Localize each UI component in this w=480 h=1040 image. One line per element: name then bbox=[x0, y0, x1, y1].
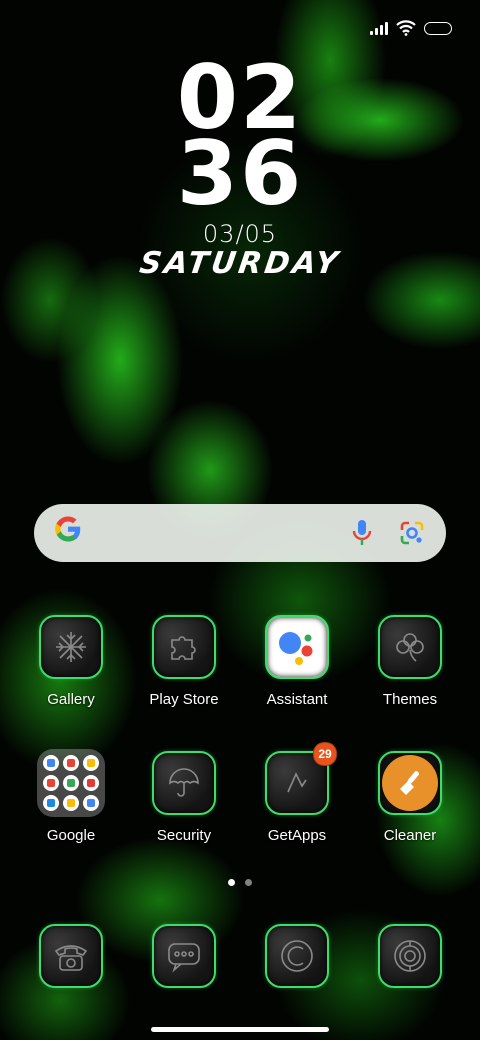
camera-icon bbox=[378, 924, 442, 988]
microphone-icon[interactable] bbox=[344, 515, 380, 551]
cellular-signal-icon bbox=[370, 21, 388, 35]
app-folder-google[interactable]: Google bbox=[15, 749, 127, 844]
page-dot bbox=[245, 879, 252, 886]
app-label: Play Store bbox=[149, 691, 219, 708]
app-cleaner[interactable]: Cleaner bbox=[354, 751, 466, 844]
app-label: Assistant bbox=[266, 691, 328, 708]
folder-icon bbox=[37, 749, 105, 817]
app-label: Security bbox=[156, 827, 212, 844]
app-getapps[interactable]: 29 GetApps bbox=[241, 742, 353, 844]
home-gesture-bar[interactable] bbox=[151, 1027, 329, 1032]
app-label: Themes bbox=[382, 691, 438, 708]
dock-browser[interactable] bbox=[241, 924, 353, 988]
app-label: Gallery bbox=[47, 691, 95, 708]
app-assistant[interactable]: Assistant bbox=[241, 615, 353, 708]
app-gallery[interactable]: Gallery bbox=[15, 615, 127, 708]
getapps-icon: 29 bbox=[265, 742, 337, 815]
message-icon bbox=[152, 924, 216, 988]
google-logo-icon bbox=[50, 514, 86, 553]
dock-phone[interactable] bbox=[15, 924, 127, 988]
status-bar bbox=[370, 14, 452, 42]
clock-widget[interactable]: 02 36 03/05 SATURDAY bbox=[0, 54, 480, 282]
puzzle-icon bbox=[152, 615, 216, 679]
google-search-bar[interactable] bbox=[34, 504, 446, 562]
page-indicator bbox=[0, 879, 480, 886]
dock-messages[interactable] bbox=[128, 924, 240, 988]
google-assistant-icon bbox=[265, 615, 329, 679]
app-label: Google bbox=[46, 827, 96, 844]
browser-icon bbox=[265, 924, 329, 988]
clover-icon bbox=[378, 615, 442, 679]
app-themes[interactable]: Themes bbox=[354, 615, 466, 708]
app-play-store[interactable]: Play Store bbox=[128, 615, 240, 708]
app-label: Cleaner bbox=[383, 827, 437, 844]
clock-minutes: 36 bbox=[176, 122, 304, 225]
clock-date: 03/05 bbox=[202, 220, 278, 248]
wifi-icon bbox=[396, 20, 416, 36]
page-dot-active bbox=[228, 879, 235, 886]
notification-badge: 29 bbox=[313, 742, 337, 766]
clock-day: SATURDAY bbox=[137, 246, 343, 281]
battery-icon bbox=[424, 21, 452, 35]
dock-camera[interactable] bbox=[354, 924, 466, 988]
phone-icon bbox=[39, 924, 103, 988]
snowflake-icon bbox=[39, 615, 103, 679]
app-label: GetApps bbox=[267, 827, 327, 844]
lens-camera-icon[interactable] bbox=[394, 515, 430, 551]
broom-icon bbox=[378, 751, 442, 815]
app-security[interactable]: Security bbox=[128, 751, 240, 844]
umbrella-icon bbox=[152, 751, 216, 815]
